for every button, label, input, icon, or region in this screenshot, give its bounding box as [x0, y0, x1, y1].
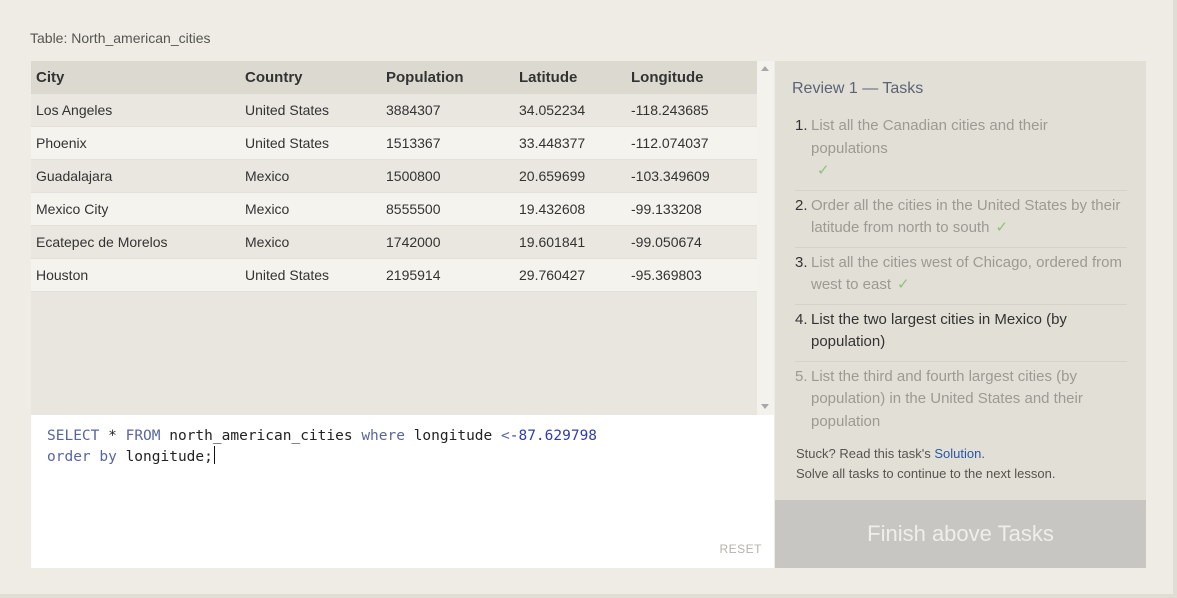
cell-country: United States: [240, 126, 381, 160]
cell-city: Guadalajara: [31, 159, 240, 193]
sql-keyword: where: [361, 428, 405, 444]
task-list: 1. List all the Canadian cities and thei…: [795, 113, 1127, 442]
reset-button[interactable]: RESET: [719, 542, 762, 556]
stuck-suffix: .: [981, 446, 985, 461]
cell-city: Los Angeles: [31, 94, 240, 127]
cell-longitude: -112.074037: [626, 126, 757, 160]
sql-query-text[interactable]: SELECT * FROM north_american_cities wher…: [47, 426, 597, 467]
task-text: List the third and fourth largest cities…: [811, 367, 1083, 430]
cell-longitude: -95.369803: [626, 258, 757, 292]
cell-latitude: 19.601841: [514, 225, 626, 259]
results-scrollbar[interactable]: [757, 61, 774, 415]
column-header-longitude: Longitude: [626, 61, 757, 94]
sql-token: north_american_cities: [160, 428, 362, 444]
table-row: Los Angeles United States 3884307 34.052…: [31, 94, 757, 127]
cell-population: 8555500: [381, 192, 514, 226]
column-header-city: City: [31, 61, 240, 94]
task-number: 2.: [795, 196, 808, 214]
task-item: 2. Order all the cities in the United St…: [795, 193, 1127, 248]
task-text: List all the cities west of Chicago, ord…: [811, 252, 1127, 297]
cell-country: Mexico: [240, 159, 381, 193]
cell-city: Houston: [31, 258, 240, 292]
cell-city: Ecatepec de Morelos: [31, 225, 240, 259]
column-header-latitude: Latitude: [514, 61, 626, 94]
cell-latitude: 20.659699: [514, 159, 626, 193]
table-row: Phoenix United States 1513367 33.448377 …: [31, 126, 757, 160]
cell-longitude: -103.349609: [626, 159, 757, 193]
task-text: Order all the cities in the United State…: [811, 195, 1127, 240]
cell-city: Phoenix: [31, 126, 240, 160]
sql-token: longitude: [404, 428, 501, 444]
checkmark-icon: ✓: [897, 276, 910, 293]
task-label: List all the cities west of Chicago, ord…: [811, 253, 1122, 294]
cell-country: Mexico: [240, 192, 381, 226]
sql-token: *: [99, 428, 126, 444]
results-table: City Country Population Latitude Longitu…: [31, 61, 757, 292]
task-item: 1. List all the Canadian cities and thei…: [795, 113, 1127, 191]
cell-population: 1513367: [381, 126, 514, 160]
cell-longitude: -99.133208: [626, 192, 757, 226]
cell-population: 1742000: [381, 225, 514, 259]
table-title: Table: North_american_cities: [30, 30, 211, 46]
table-row: Guadalajara Mexico 1500800 20.659699 -10…: [31, 159, 757, 193]
cell-latitude: 33.448377: [514, 126, 626, 160]
task-text: List the two largest cities in Mexico (b…: [811, 310, 1067, 351]
cell-country: United States: [240, 94, 381, 127]
sql-editor[interactable]: SELECT * FROM north_american_cities wher…: [31, 415, 774, 568]
cell-population: 2195914: [381, 258, 514, 292]
task-label: List all the Canadian cities and their p…: [811, 117, 1048, 157]
scroll-down-arrow-icon[interactable]: [761, 404, 769, 409]
sql-number: -87.629798: [509, 428, 598, 444]
table-header-row: City Country Population Latitude Longitu…: [31, 61, 757, 94]
task-label: Order all the cities in the United State…: [811, 196, 1121, 237]
tasks-title: Review 1 — Tasks: [792, 80, 924, 97]
cell-longitude: -99.050674: [626, 225, 757, 259]
help-text: Stuck? Read this task's Solution. Solve …: [796, 444, 1055, 484]
task-item: 3. List all the cities west of Chicago, …: [795, 250, 1127, 305]
scroll-up-arrow-icon[interactable]: [761, 66, 769, 71]
sql-keyword: FROM: [125, 428, 161, 444]
finish-tasks-button[interactable]: Finish above Tasks: [775, 500, 1146, 568]
column-header-population: Population: [381, 61, 514, 94]
column-header-country: Country: [240, 61, 381, 94]
task-number: 4.: [795, 310, 808, 328]
tasks-panel: Review 1 — Tasks 1. List all the Canadia…: [775, 61, 1146, 500]
cell-population: 3884307: [381, 94, 514, 127]
checkmark-icon: ✓: [995, 219, 1009, 236]
cell-latitude: 19.432608: [514, 192, 626, 226]
task-number: 3.: [795, 253, 808, 271]
stuck-prefix: Stuck? Read this task's: [796, 446, 935, 461]
task-number: 1.: [795, 117, 808, 134]
table-row: Houston United States 2195914 29.760427 …: [31, 258, 757, 292]
task-number: 5.: [795, 367, 808, 385]
continue-text: Solve all tasks to continue to the next …: [796, 466, 1056, 481]
cell-latitude: 34.052234: [514, 94, 626, 127]
solution-link[interactable]: Solution: [934, 446, 981, 461]
task-item-current: 4. List the two largest cities in Mexico…: [795, 307, 1127, 362]
text-caret: [213, 446, 215, 464]
task-text: List all the Canadian cities and their p…: [811, 115, 1127, 183]
cell-country: Mexico: [240, 225, 381, 259]
task-item: 5. List the third and fourth largest cit…: [795, 364, 1127, 441]
table-row: Mexico City Mexico 8555500 19.432608 -99…: [31, 192, 757, 226]
cell-population: 1500800: [381, 159, 514, 193]
table-row: Ecatepec de Morelos Mexico 1742000 19.60…: [31, 225, 757, 259]
cell-latitude: 29.760427: [514, 258, 626, 292]
cell-city: Mexico City: [31, 192, 240, 226]
sql-token: longitude;: [116, 449, 213, 465]
sql-keyword: order by: [47, 449, 117, 465]
sql-keyword: SELECT: [47, 428, 100, 444]
sql-operator: <: [501, 428, 510, 444]
checkmark-icon: ✓: [817, 162, 830, 179]
cell-longitude: -118.243685: [626, 94, 757, 127]
cell-country: United States: [240, 258, 381, 292]
results-panel: City Country Population Latitude Longitu…: [31, 61, 774, 415]
